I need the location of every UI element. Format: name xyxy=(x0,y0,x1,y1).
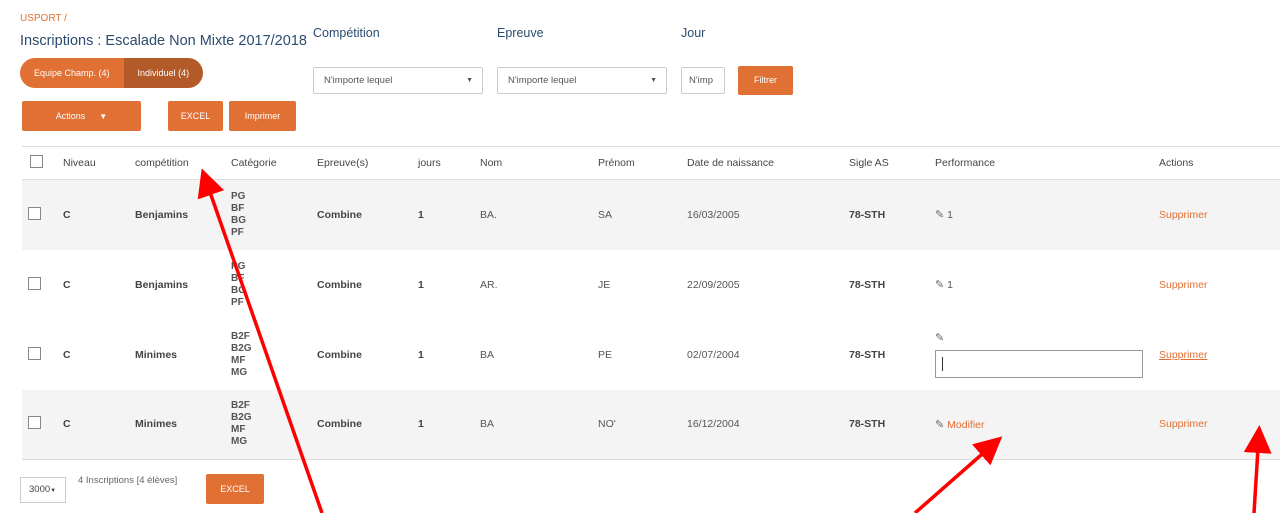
annotation-arrow xyxy=(1243,425,1272,513)
annotation-arrows xyxy=(197,168,1272,513)
annotation-arrow xyxy=(197,168,324,513)
annotation-arrow xyxy=(913,436,1003,513)
